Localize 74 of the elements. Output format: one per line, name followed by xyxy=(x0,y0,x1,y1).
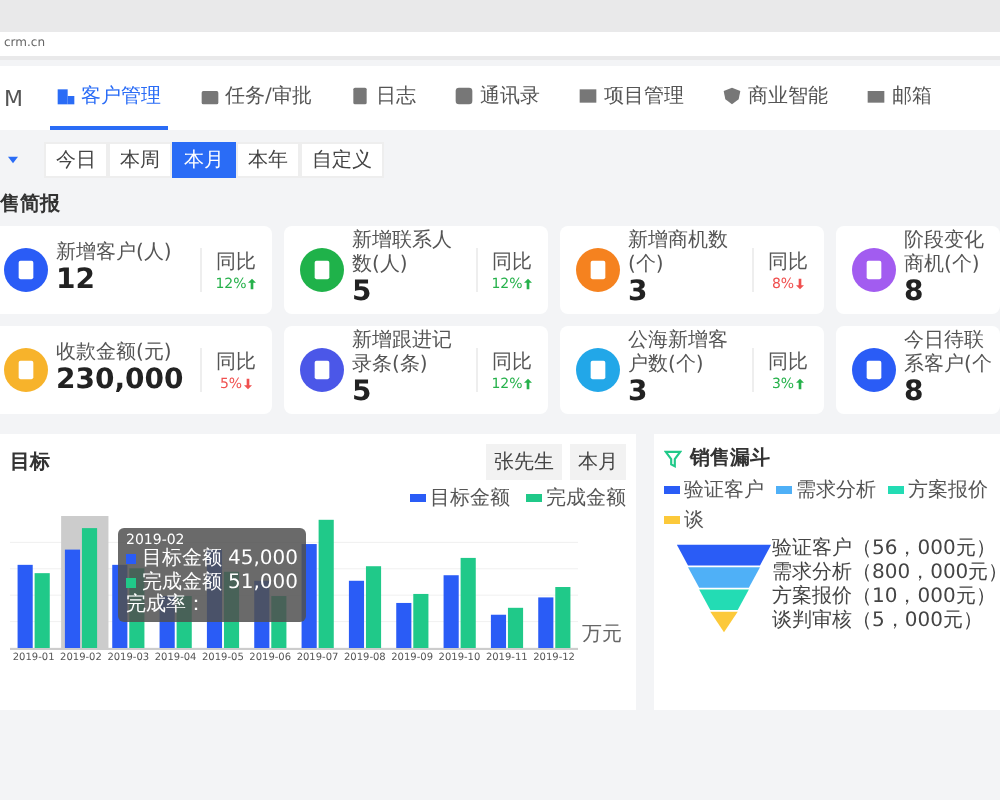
tooltip-value: 51,000 xyxy=(228,571,298,595)
tooltip-footer: 完成率： xyxy=(126,594,298,618)
completed-bar xyxy=(365,566,382,648)
tooltip-value: 45,000 xyxy=(228,548,298,572)
nav-tab[interactable]: 商业智能 xyxy=(715,66,834,130)
stat-label: 新增联系人数(人) xyxy=(352,230,454,277)
compare-label: 同比 xyxy=(490,249,534,276)
legend-label: 目标金额 xyxy=(430,485,510,512)
funnel-label: 验证客户（56，000元） xyxy=(772,538,998,561)
nav-tab[interactable]: 客户管理 xyxy=(49,66,167,130)
completed-bar xyxy=(34,573,50,648)
stat-value: 5 xyxy=(352,376,374,410)
legend-label: 验证客户 xyxy=(684,477,764,504)
completed-bar xyxy=(460,557,476,648)
stat-label: 今日待联系客户(个 xyxy=(904,330,992,377)
compare-label: 同比 xyxy=(214,349,258,376)
completed-bar xyxy=(318,519,334,648)
nav-tab[interactable]: 项目管理 xyxy=(571,66,690,130)
nav-tab[interactable]: 任务/审批 xyxy=(193,66,318,130)
period-button[interactable]: 今日 xyxy=(44,142,108,178)
legend-label: 谈 xyxy=(684,508,704,534)
period-button[interactable]: 本月 xyxy=(172,142,236,178)
compare-label: 同比 xyxy=(490,349,534,376)
stat-value: 8 xyxy=(904,376,926,410)
compare-label: 同比 xyxy=(766,249,810,276)
axis-unit: 万元 xyxy=(582,622,622,648)
stat-label: 收款金额(元) xyxy=(56,341,174,365)
caret-icon xyxy=(7,156,17,164)
tooltip-label: 目标金额 xyxy=(142,548,222,571)
completed-bar xyxy=(413,593,429,648)
legend-label: 方案报价 xyxy=(908,477,988,504)
stat-value: 12 xyxy=(56,264,97,299)
shield-icon xyxy=(721,86,742,106)
logo-text: M xyxy=(4,85,23,111)
stat-value: 8 xyxy=(904,276,926,310)
panel-title: 目标 xyxy=(10,449,52,476)
compare-label: 同比 xyxy=(214,249,258,276)
panel-button[interactable]: 本月 xyxy=(570,444,626,480)
stat-value: 5 xyxy=(352,276,374,310)
funnel-label: 方案报价（10，000元） xyxy=(772,586,998,609)
compare-label: 同比 xyxy=(766,349,810,376)
building-icon xyxy=(55,86,75,106)
stat-label: 新增跟进记录条(条) xyxy=(352,330,454,377)
period-button[interactable]: 本年 xyxy=(236,142,300,178)
funnel-segment xyxy=(676,544,772,566)
target-bar xyxy=(348,580,365,648)
stat-label: 公海新增客户数(个) xyxy=(628,330,730,377)
target-bar xyxy=(17,564,33,648)
funnel-label: 需求分析（800，000元） xyxy=(772,562,1000,585)
period-button[interactable]: 自定义 xyxy=(300,142,384,178)
panel-title: 销售漏斗 xyxy=(690,445,772,472)
stat-label: 阶段变化商机(个) xyxy=(904,230,986,277)
target-bar xyxy=(396,602,412,648)
stat-label: 新增商机数(个) xyxy=(628,230,730,277)
stat-value: 3 xyxy=(628,276,650,310)
completed-bar xyxy=(555,587,571,648)
nav-tab[interactable]: 日志 xyxy=(343,66,422,130)
legend-label: 需求分析 xyxy=(796,477,876,504)
section-title: 售简报 xyxy=(0,191,62,218)
funnel-icon xyxy=(664,449,682,467)
nav-tab[interactable]: 通讯录 xyxy=(447,66,546,130)
funnel-label: 谈判审核（5，000元） xyxy=(772,610,985,634)
stat-value: 230,000 xyxy=(56,364,186,399)
target-bar xyxy=(490,614,507,648)
completed-bar xyxy=(507,607,524,648)
period-button[interactable]: 本周 xyxy=(108,142,172,178)
legend-label: 完成金额 xyxy=(546,485,626,512)
nav-tab[interactable]: 邮箱 xyxy=(859,66,938,130)
target-bar xyxy=(443,575,459,648)
tooltip-label: 完成金额 xyxy=(142,571,222,594)
target-bar xyxy=(538,597,554,648)
panel-button[interactable]: 张先生 xyxy=(486,444,562,480)
stat-label: 新增客户(人) xyxy=(56,241,174,265)
stat-value: 3 xyxy=(628,376,650,410)
